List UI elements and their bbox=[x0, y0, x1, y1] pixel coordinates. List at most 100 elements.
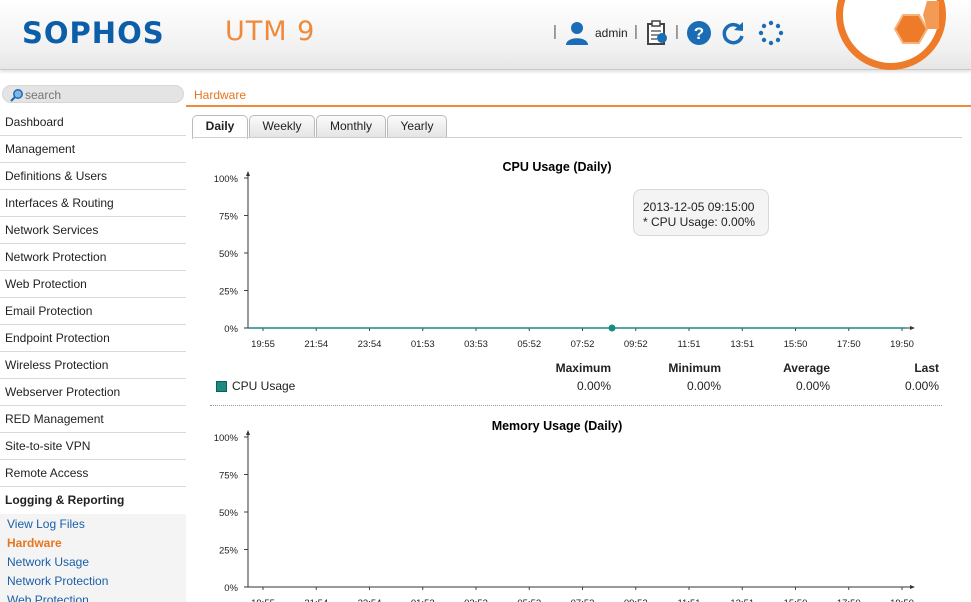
x-tick-label: 15:50 bbox=[784, 339, 808, 350]
activity-spinner-icon bbox=[758, 20, 784, 46]
subnav-item-network-protection[interactable]: Network Protection bbox=[0, 572, 186, 591]
sidebar-item-network-services[interactable]: Network Services bbox=[0, 217, 186, 244]
y-tick-label: 25% bbox=[219, 546, 239, 557]
x-tick-label: 07:52 bbox=[571, 598, 595, 602]
x-tick-label: 05:52 bbox=[517, 339, 541, 350]
subnav-item-web-protection[interactable]: Web Protection bbox=[0, 591, 186, 602]
x-tick-label: 17:50 bbox=[837, 339, 861, 350]
username-label[interactable]: admin bbox=[595, 26, 628, 40]
help-icon[interactable]: ? bbox=[686, 20, 712, 46]
reload-icon[interactable] bbox=[720, 20, 746, 46]
tooltip-value: * CPU Usage: 0.00% bbox=[643, 215, 756, 229]
stat-value-minimum: 0.00% bbox=[686, 379, 721, 393]
sidebar-nav: Dashboard Management Definitions & Users… bbox=[0, 109, 186, 602]
report-icon[interactable] bbox=[645, 20, 671, 46]
x-tick-label: 03:53 bbox=[464, 598, 488, 602]
y-tick-label: 100% bbox=[214, 433, 239, 444]
stat-value-maximum: 0.00% bbox=[576, 379, 611, 393]
x-tick-label: 19:55 bbox=[251, 598, 275, 602]
x-tick-label: 11:51 bbox=[677, 598, 700, 602]
y-tick-label: 75% bbox=[219, 471, 239, 482]
x-tick-label: 17:50 bbox=[837, 598, 861, 602]
sidebar-item-management[interactable]: Management bbox=[0, 136, 186, 163]
y-tick-label: 50% bbox=[219, 249, 239, 260]
header-separator: | bbox=[675, 23, 679, 40]
sidebar-item-interfaces-routing[interactable]: Interfaces & Routing bbox=[0, 190, 186, 217]
legend-swatch bbox=[216, 381, 227, 392]
sidebar-item-site-to-site-vpn[interactable]: Site-to-site VPN bbox=[0, 433, 186, 460]
x-tick-label: 21:54 bbox=[304, 339, 328, 350]
y-axis-arrow bbox=[246, 171, 250, 176]
tab-monthly[interactable]: Monthly bbox=[316, 115, 386, 138]
y-tick-label: 50% bbox=[219, 508, 239, 519]
tab-daily[interactable]: Daily bbox=[192, 115, 248, 139]
x-tick-label: 01:53 bbox=[411, 598, 435, 602]
sidebar-item-webserver-protection[interactable]: Webserver Protection bbox=[0, 379, 186, 406]
x-tick-label: 13:51 bbox=[730, 339, 754, 350]
tab-yearly[interactable]: Yearly bbox=[387, 115, 447, 138]
y-tick-label: 75% bbox=[219, 212, 239, 223]
x-tick-label: 01:53 bbox=[411, 339, 435, 350]
sidebar-item-email-protection[interactable]: Email Protection bbox=[0, 298, 186, 325]
stat-value-average: 0.00% bbox=[795, 379, 830, 393]
chart-divider bbox=[210, 405, 942, 406]
breadcrumb: Hardware bbox=[194, 88, 247, 102]
product-name: UTM 9 bbox=[225, 16, 316, 47]
search-box[interactable] bbox=[2, 85, 184, 103]
y-tick-label: 25% bbox=[219, 287, 239, 298]
x-tick-label: 23:54 bbox=[358, 339, 382, 350]
header-separator: | bbox=[553, 23, 557, 40]
highlight-point bbox=[608, 324, 616, 332]
stat-value-last: 0.00% bbox=[904, 379, 939, 393]
user-icon[interactable] bbox=[565, 21, 589, 45]
x-tick-label: 15:50 bbox=[784, 598, 808, 602]
x-tick-label: 19:55 bbox=[251, 339, 275, 350]
y-tick-label: 0% bbox=[224, 324, 238, 335]
search-input[interactable] bbox=[25, 87, 175, 102]
stat-header-last: Last bbox=[914, 361, 939, 375]
x-tick-label: 19:50 bbox=[890, 339, 914, 350]
header-separator: | bbox=[634, 23, 638, 40]
sidebar-item-dashboard[interactable]: Dashboard bbox=[0, 109, 186, 136]
x-tick-label: 13:51 bbox=[730, 598, 754, 602]
subnav-item-view-log-files[interactable]: View Log Files bbox=[0, 515, 186, 534]
stat-header-maximum: Maximum bbox=[555, 361, 611, 375]
y-axis-arrow bbox=[246, 430, 250, 435]
tooltip-time: 2013-12-05 09:15:00 bbox=[643, 200, 755, 214]
chart-title: CPU Usage (Daily) bbox=[502, 160, 611, 174]
x-tick-label: 07:52 bbox=[571, 339, 595, 350]
x-tick-label: 09:52 bbox=[624, 339, 648, 350]
sophos-logo: SOPHOS bbox=[22, 16, 165, 50]
sidebar-item-endpoint-protection[interactable]: Endpoint Protection bbox=[0, 325, 186, 352]
x-tick-label: 21:54 bbox=[304, 598, 328, 602]
cpu-stats: Maximum Minimum Average Last CPU Usage 0… bbox=[210, 361, 942, 403]
x-tick-label: 19:50 bbox=[890, 598, 914, 602]
chart-title: Memory Usage (Daily) bbox=[492, 419, 623, 433]
sidebar-item-remote-access[interactable]: Remote Access bbox=[0, 460, 186, 487]
sidebar-subnav: View Log Files Hardware Network Usage Ne… bbox=[0, 514, 186, 602]
x-axis-arrow bbox=[910, 585, 915, 589]
legend-label: CPU Usage bbox=[232, 379, 296, 393]
sidebar-item-red-management[interactable]: RED Management bbox=[0, 406, 186, 433]
subnav-item-network-usage[interactable]: Network Usage bbox=[0, 553, 186, 572]
subnav-item-hardware[interactable]: Hardware bbox=[0, 534, 186, 553]
sidebar-item-definitions-users[interactable]: Definitions & Users bbox=[0, 163, 186, 190]
tab-divider bbox=[192, 137, 962, 138]
cpu-usage-chart: CPU Usage (Daily) 100% 75% 50% 25% 0% 19:55 2… bbox=[214, 160, 915, 350]
sophos-badge bbox=[836, 0, 946, 70]
sidebar-item-logging-reporting[interactable]: Logging & Reporting bbox=[0, 487, 186, 514]
y-tick-label: 0% bbox=[224, 583, 238, 594]
svg-text:?: ? bbox=[694, 24, 704, 43]
search-icon bbox=[10, 89, 23, 102]
sidebar-item-wireless-protection[interactable]: Wireless Protection bbox=[0, 352, 186, 379]
sidebar-item-web-protection[interactable]: Web Protection bbox=[0, 271, 186, 298]
y-tick-label: 100% bbox=[214, 174, 239, 185]
x-tick-label: 23:54 bbox=[358, 598, 382, 602]
chart-tooltip: 2013-12-05 09:15:00 * CPU Usage: 0.00% bbox=[633, 189, 769, 236]
sidebar-item-network-protection[interactable]: Network Protection bbox=[0, 244, 186, 271]
x-tick-label: 09:52 bbox=[624, 598, 648, 602]
x-tick-label: 05:52 bbox=[517, 598, 541, 602]
tab-weekly[interactable]: Weekly bbox=[249, 115, 315, 138]
x-axis-arrow bbox=[910, 326, 915, 330]
stat-header-average: Average bbox=[783, 361, 830, 375]
